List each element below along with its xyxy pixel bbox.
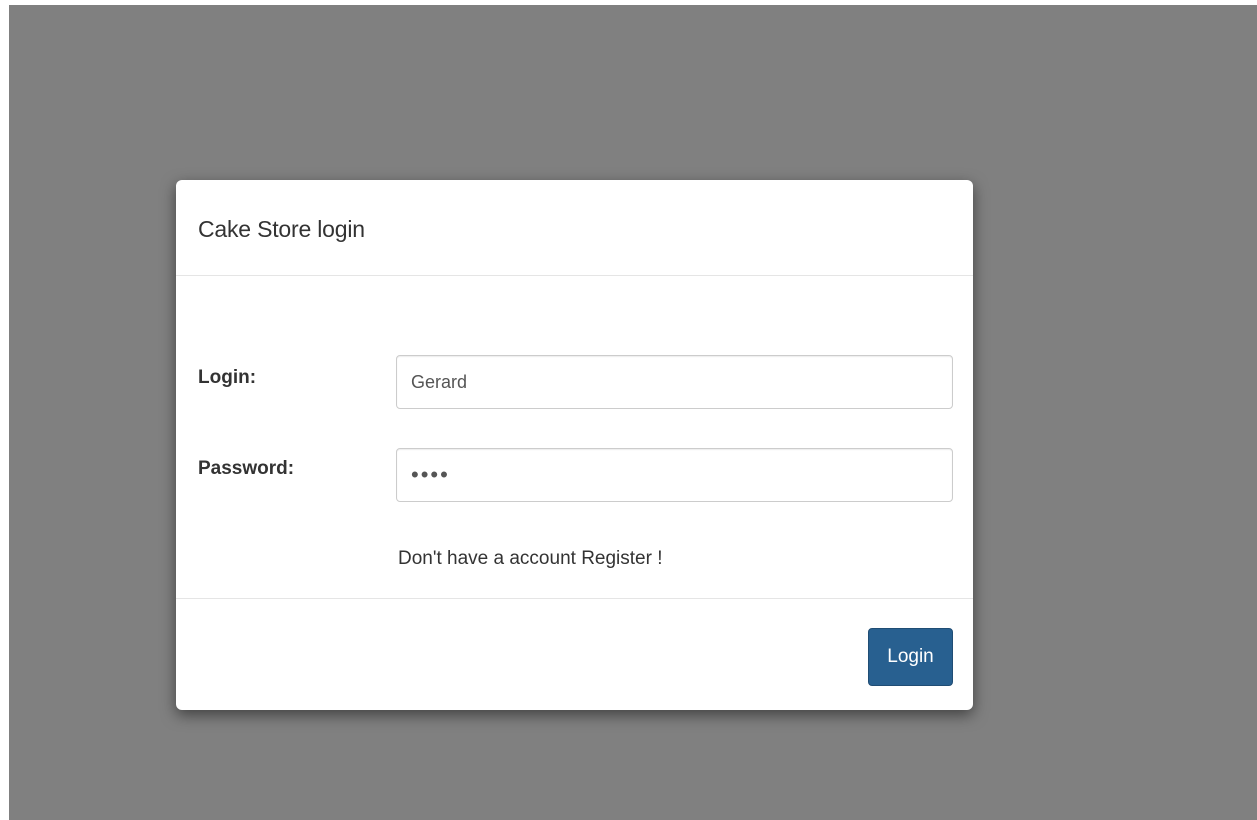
modal-footer: Login: [176, 598, 973, 710]
password-input[interactable]: [396, 448, 953, 502]
left-strip: [0, 0, 9, 820]
login-label: Login:: [198, 367, 257, 388]
login-input[interactable]: [396, 355, 953, 409]
register-link[interactable]: Don't have a account Register !: [398, 548, 663, 570]
modal-header: Cake Store login: [176, 180, 973, 276]
login-button[interactable]: Login: [868, 628, 953, 686]
login-modal: Cake Store login Login: Password: Don't …: [176, 180, 973, 710]
password-label: Password:: [198, 458, 295, 479]
modal-title: Cake Store login: [198, 216, 365, 242]
modal-body: Login: Password: Don't have a account Re…: [176, 276, 973, 598]
